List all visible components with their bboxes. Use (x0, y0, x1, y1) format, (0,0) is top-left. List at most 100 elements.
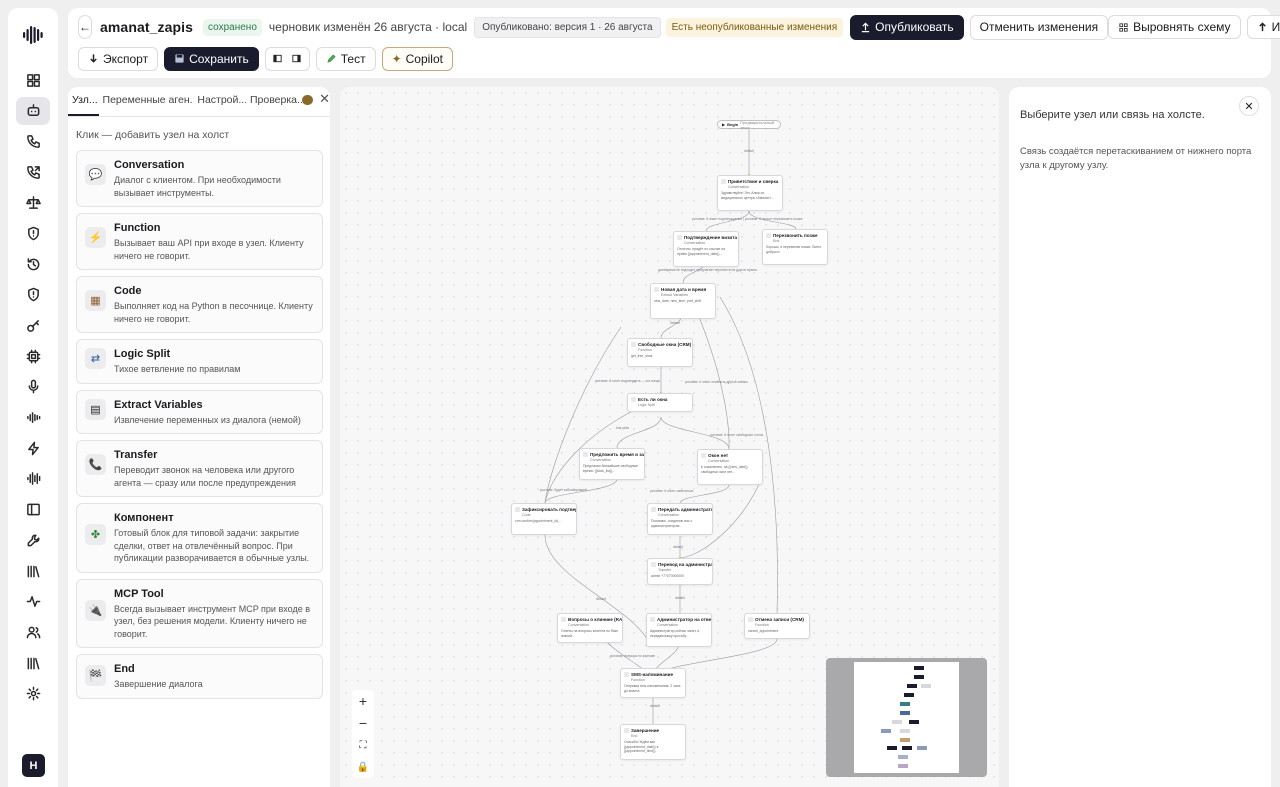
begin-sub: Предварительный текст (740, 119, 775, 130)
book-icon[interactable] (16, 496, 50, 524)
brand-logo[interactable] (22, 24, 44, 46)
function-icon: ⚡ (85, 227, 106, 248)
node-title: Зафиксировать подтвер... (522, 507, 576, 512)
flow-node[interactable]: Передать администрато... Conversation Пони… (647, 503, 713, 535)
node-desc: Здравствуйте! Это Алма из медицинского ц… (721, 191, 775, 200)
close-panel-icon[interactable]: ✕ (319, 91, 330, 107)
minimap-node (921, 684, 931, 688)
activity-icon[interactable] (16, 588, 50, 616)
node-card-extract-variables[interactable]: ▤ Extract Variables Извлечение переменны… (76, 389, 323, 434)
node-card-logic-split[interactable]: ⇄ Logic Split Тихое ветвление по правила… (76, 339, 323, 384)
svg-text:условие: будет заблокировано: условие: будет заблокировано (540, 488, 587, 492)
flow-node[interactable]: Вопросы о клинике (RAG) Conversation Ответ… (557, 613, 623, 643)
right-panel-icon (292, 54, 302, 63)
lock-icon[interactable]: 🔒 (352, 756, 374, 778)
chat-icon (561, 617, 566, 622)
agents-icon[interactable] (16, 96, 50, 125)
back-button[interactable]: ← (78, 15, 92, 39)
publish-button[interactable]: Опубликовать (850, 14, 964, 40)
code-icon (515, 507, 520, 512)
align-label: Выровнять схему (1133, 20, 1231, 34)
settings-icon[interactable] (16, 680, 50, 708)
flow-node[interactable]: Свободные окна (CRM) Function get_free_slo… (627, 338, 693, 367)
export-button[interactable]: Экспорт (78, 46, 159, 71)
flow-node[interactable]: Зафиксировать подтвер... Code crm.confirm(… (511, 503, 577, 535)
phone-icon[interactable] (16, 127, 50, 155)
flow-node[interactable]: Отмена записи (CRM) Function cancel_appoin… (744, 613, 810, 639)
node-title: Отмена записи (CRM) (755, 617, 804, 622)
fit-view-icon[interactable]: ⛶ (352, 734, 374, 756)
microphone-icon[interactable] (16, 373, 50, 401)
lightning-icon[interactable] (16, 434, 50, 462)
close-icon[interactable]: ✕ (1239, 96, 1259, 116)
flow-node[interactable]: SMS-напоминание Function Отправка sms-напо… (620, 668, 686, 698)
test-label: Тест (340, 51, 366, 66)
panel-toggle-buttons[interactable] (264, 46, 310, 71)
flow-node[interactable]: Перевод на администрат...Transferadmin +… (647, 558, 713, 585)
node-card-conversation[interactable]: 💬 Conversation Диалог с клиентом. При не… (76, 150, 323, 207)
flow-node[interactable]: Есть ли окна Logic Split (627, 393, 693, 412)
shield-icon[interactable] (16, 281, 50, 309)
test-button[interactable]: Тест (315, 46, 376, 71)
minimap-node (900, 729, 910, 733)
users-icon[interactable] (16, 618, 50, 646)
copilot-button[interactable]: ✦ Copilot (381, 46, 453, 71)
flow-canvas[interactable]: default условие: 6 знает подтверждение |… (340, 87, 999, 787)
minimap-node (909, 720, 919, 724)
node-title: Предложить время и за... (590, 452, 644, 457)
library-icon[interactable] (16, 557, 50, 585)
outbound-call-icon[interactable] (16, 158, 50, 186)
node-card-transfer[interactable]: 📞 Transfer Переводит звонок на человека … (76, 440, 323, 497)
node-desc: Отлично, придёт по ссылке на приём {{app… (677, 247, 725, 256)
svg-text:условие: 6 хочет подтвердить —: условие: 6 хочет подтвердить — и в конце (595, 379, 660, 383)
tab-agent-variables[interactable]: Переменные аген... (99, 94, 194, 116)
node-card-end[interactable]: 🏁 End Завершение диалога (76, 654, 323, 699)
unpublished-changes-chip: Есть неопубликованные изменения (665, 17, 844, 37)
history-icon[interactable] (16, 250, 50, 278)
code-icon: ▦ (85, 290, 106, 311)
key-icon[interactable] (16, 312, 50, 340)
node-palette-panel: Узл... Переменные аген... Настрой... Про… (68, 87, 330, 787)
zoom-out-icon[interactable]: − (352, 712, 374, 734)
flow-node[interactable]: Перезвонить позже End Хорошо, я перезвоню … (762, 229, 828, 265)
flow-node[interactable]: Окон нет Conversation К сожалению, на {{ne… (697, 449, 763, 485)
node-desc: К сожалению, на {{new_date}} свободных о… (701, 465, 748, 474)
chip-icon[interactable] (16, 342, 50, 370)
extract-icon: ▤ (85, 398, 106, 420)
minimap[interactable] (826, 658, 987, 777)
save-button[interactable]: Сохранить (164, 46, 259, 71)
tool-icon[interactable] (16, 526, 50, 554)
pen-icon (327, 54, 336, 63)
align-layout-button[interactable]: Выровнять схему (1108, 15, 1241, 39)
node-card-component[interactable]: ✤ Компонент Готовый блок для типовой зад… (76, 503, 323, 573)
tab-validation[interactable]: Проверка... (246, 94, 304, 116)
node-card-mcp-tool[interactable]: 🔌 MCP Tool Всегда вызывает инструмент MC… (76, 578, 323, 648)
begin-node[interactable]: ▶ Begin Предварительный текст (717, 119, 781, 130)
node-card-desc: Извлечение переменных из диалога (немой) (114, 414, 301, 425)
flow-node[interactable]: Предложить время и за... Conversation Пред… (579, 448, 645, 480)
node-title: Подтверждение визита (684, 235, 737, 240)
revert-changes-button[interactable]: Отменить изменения (969, 14, 1109, 40)
node-card-function[interactable]: ⚡ Function Вызывает ваш API при входе в … (76, 213, 323, 270)
flow-node[interactable]: Администратор на ответ... Conversation Адм… (646, 613, 712, 647)
import-button[interactable]: Импорт (1246, 15, 1280, 39)
user-avatar[interactable]: Н (22, 754, 45, 777)
waveform-icon[interactable] (16, 404, 50, 432)
shield-alert-icon[interactable] (16, 219, 50, 247)
tab-settings[interactable]: Настрой... (193, 94, 246, 116)
library-2-icon[interactable] (16, 649, 50, 677)
dashboard-icon[interactable] (16, 66, 50, 94)
svg-text:default: default (596, 597, 606, 601)
node-card-code[interactable]: ▦ Code Выполняет код на Python в песочни… (76, 276, 323, 333)
scales-icon[interactable] (16, 189, 50, 217)
flow-node[interactable]: Приветствие и сверка Conversation Здравств… (717, 175, 783, 211)
audio-wave-icon[interactable] (16, 465, 50, 493)
flow-node[interactable]: Завершение End Спасибо! Ждём вас {{appoint… (620, 724, 686, 760)
flow-node[interactable]: Новая дата и время Extract Variables new_d… (650, 283, 716, 319)
function-icon (624, 672, 629, 677)
zoom-in-icon[interactable]: + (352, 690, 374, 712)
tab-nodes[interactable]: Узл... (68, 94, 99, 116)
flow-node[interactable]: Подтверждение визита Conversation Отлично,… (673, 231, 739, 267)
svg-text:default: default (744, 149, 754, 153)
saved-badge: сохранено (203, 18, 262, 36)
